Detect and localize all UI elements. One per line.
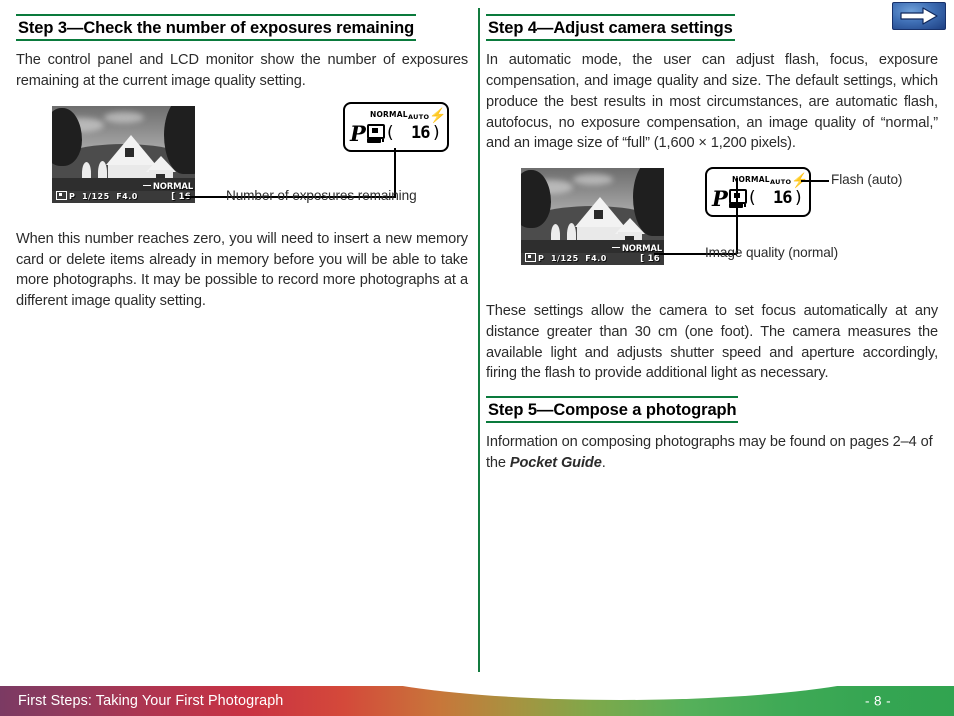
paragraph-step4-intro: In automatic mode, the user can adjust f… (486, 52, 938, 152)
osd-mode: P (69, 191, 76, 201)
control-panel-lcd: NORMAL AUTO ⚡ P ( 16 ) (705, 167, 811, 218)
frames-open-paren: ( (387, 122, 394, 143)
control-panel-frames-remaining: 16 (773, 188, 793, 209)
lcd-monitor-preview: P 1/125 F4.0 NORMAL [ 16 (52, 105, 195, 203)
frames-close-paren: ) (795, 188, 802, 209)
bush-shape (98, 160, 107, 178)
heading-step-4: Step 4—Adjust camera settings (486, 14, 735, 42)
heading-step-5: Step 5—Compose a photograph (486, 395, 739, 424)
bush-shape (551, 224, 560, 241)
paragraph-step4-note: These settings allow the camera to set f… (486, 303, 938, 382)
right-column: Step 4—Adjust camera settings In automat… (486, 0, 938, 474)
footer-swoosh-decoration (324, 686, 916, 700)
control-panel-frames-remaining: 16 (411, 122, 431, 143)
pocket-guide-title: Pocket Guide (509, 455, 602, 472)
control-panel-exposure-mode: P (350, 120, 366, 146)
paragraph-step5-intro: Information on composing photographs may… (486, 432, 938, 473)
bush-shape (82, 161, 91, 178)
osd-mode: P (538, 254, 545, 264)
osd-quality: NORMAL (142, 181, 193, 192)
metering-icon (56, 190, 67, 200)
dash-icon (142, 184, 151, 186)
bush-shape (567, 223, 576, 241)
osd-quality-text: NORMAL (152, 181, 193, 192)
battery-icon (367, 137, 384, 143)
control-panel-lcd: NORMAL AUTO ⚡ P ( 16 ) (343, 101, 449, 152)
frames-close-paren: ) (433, 122, 440, 143)
callout-label-exposures-remaining: Number of exposures remaining (226, 187, 417, 203)
control-panel-quality: NORMAL (370, 109, 408, 119)
footer-page-number: - 8 - (864, 693, 891, 709)
osd-exposure-info: P 1/125 F4.0 (525, 253, 607, 263)
frames-open-paren: ( (749, 188, 756, 209)
autofocus-area-icon (367, 123, 385, 139)
callout-leader-flash (801, 180, 829, 182)
callout-label-flash-auto: Flash (auto) (831, 172, 903, 188)
control-panel-flash-mode: AUTO (770, 178, 792, 187)
lightning-bolt-icon: ⚡ (429, 106, 447, 123)
right-arrow-icon (900, 7, 938, 25)
cloud-shape (573, 174, 613, 186)
paragraph-step5-text-b: . (601, 455, 606, 472)
osd-exposure-info: P 1/125 F4.0 (56, 190, 138, 201)
left-column: Step 3—Check the number of exposures rem… (16, 0, 468, 312)
house-window-upper (594, 210, 603, 220)
control-panel-quality: NORMAL (732, 175, 770, 185)
osd-shutter: 1/125 (550, 254, 579, 264)
page-footer: First Steps: Taking Your First Photograp… (0, 686, 954, 716)
heading-step-3: Step 3—Check the number of exposures rem… (16, 14, 417, 42)
figure-step-3: P 1/125 F4.0 NORMAL [ 16 NORMAL AUTO ⚡ P… (16, 101, 468, 220)
figure-step-4: P 1/125 F4.0 NORMAL [ 16 NORMAL AUTO ⚡ P… (486, 164, 938, 292)
page-canvas: Step 3—Check the number of exposures rem… (0, 0, 954, 716)
lcd-monitor-preview: P 1/125 F4.0 NORMAL [ 16 (521, 168, 664, 266)
osd-frames-remaining: [ 16 (640, 254, 660, 265)
column-divider (478, 8, 480, 672)
dash-icon (611, 246, 620, 249)
cloud-shape (104, 111, 144, 123)
paragraph-step3-intro: The control panel and LCD monitor show t… (16, 52, 468, 90)
control-panel-flash-mode: AUTO (408, 112, 430, 121)
callout-label-image-quality: Image quality (normal) (705, 245, 839, 261)
footer-section-title: First Steps: Taking Your First Photograp… (18, 693, 284, 709)
paragraph-step3-note: When this number reaches zero, you will … (16, 230, 468, 310)
osd-aperture: F4.0 (116, 191, 138, 201)
callout-leader-quality-vertical (736, 178, 738, 255)
metering-icon (525, 253, 536, 263)
control-panel-exposure-mode: P (712, 186, 728, 212)
next-page-button[interactable] (892, 2, 946, 30)
house-window-upper (125, 147, 134, 157)
osd-shutter: 1/125 (81, 191, 110, 201)
osd-aperture: F4.0 (585, 254, 607, 264)
autofocus-area-icon (729, 189, 747, 205)
